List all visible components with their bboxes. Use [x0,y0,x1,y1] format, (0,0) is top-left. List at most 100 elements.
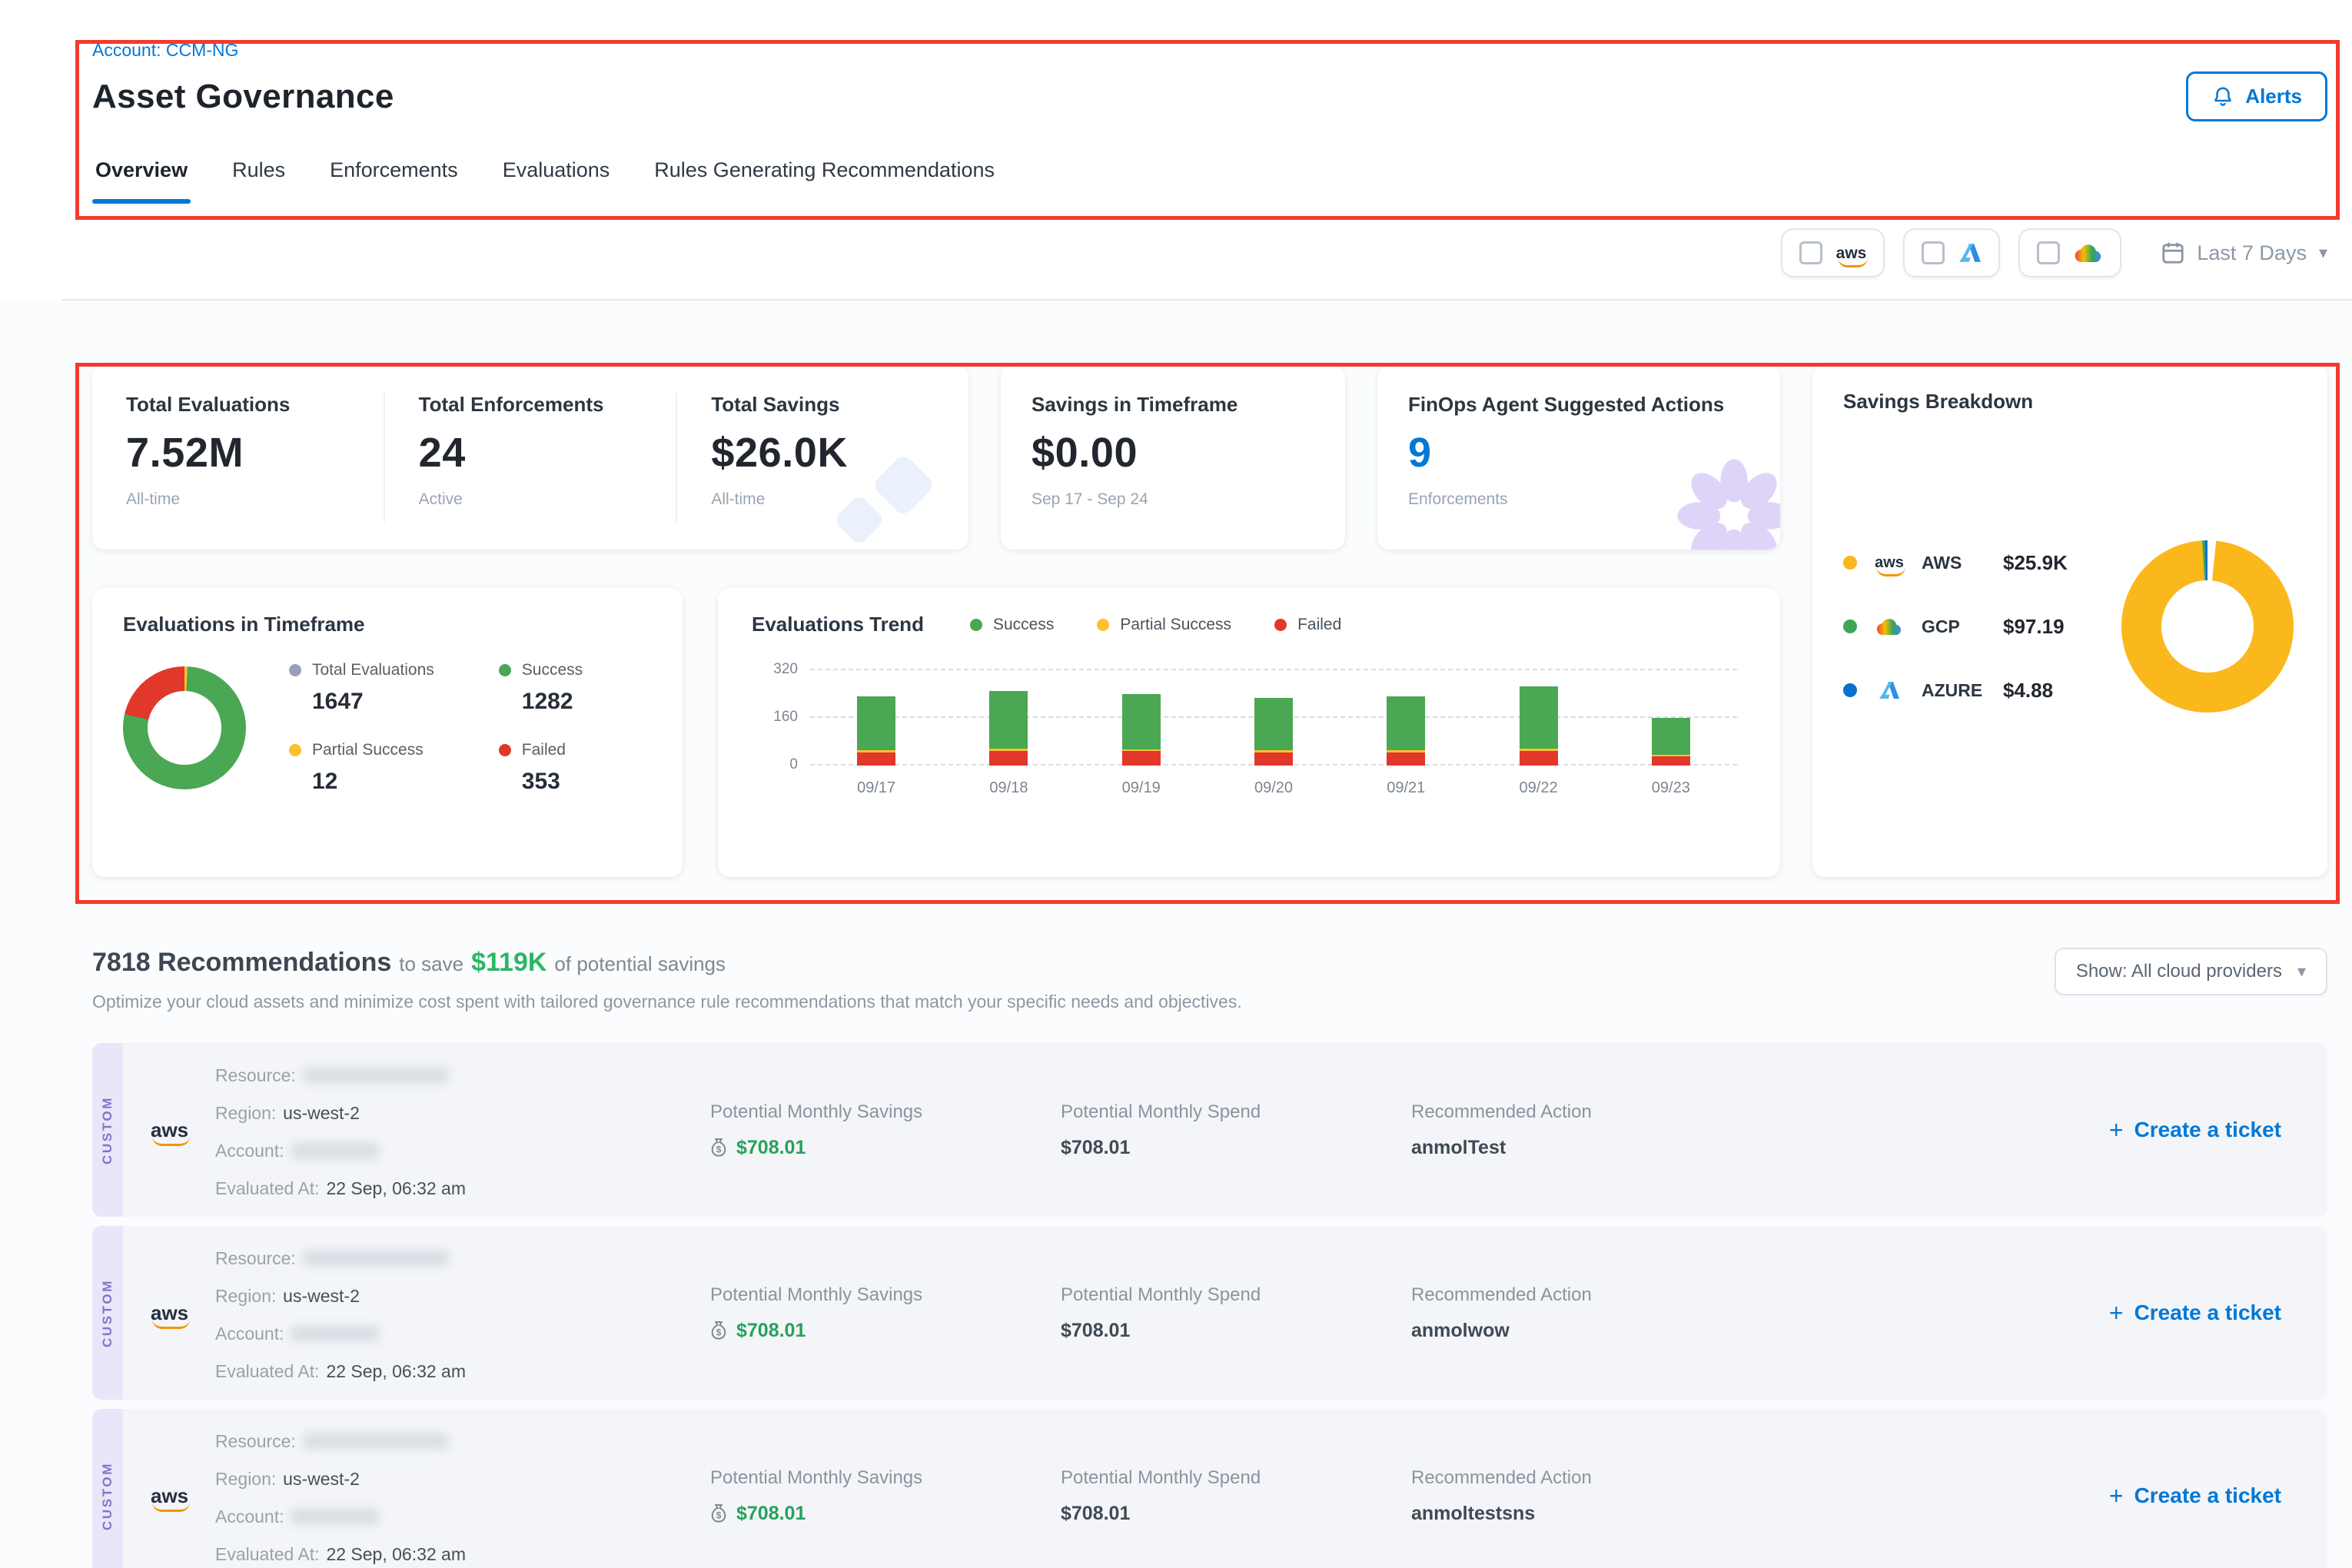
trend-legend: Success Partial Success Failed [970,616,1341,634]
plus-icon: + [2109,1483,2124,1508]
potential-monthly-savings: Potential Monthly Savings $ $708.01 [710,1284,1061,1342]
plus-icon: + [2109,1118,2124,1142]
recommended-action: Recommended Action anmoltestsns [1411,1467,2109,1525]
redacted-account-value [291,1508,380,1525]
gcp-checkbox[interactable] [2037,241,2060,264]
aws-filter-toggle[interactable]: aws [1781,228,1885,277]
asset-governance-page: Account: CCM-NG Asset Governance Alerts … [0,0,2352,1568]
tab-enforcements[interactable]: Enforcements [327,152,461,204]
aws-checkbox[interactable] [1799,241,1822,264]
money-bag-icon: $ [710,1138,727,1158]
trend-xaxis: 09/1709/1809/1909/2009/2109/2209/23 [810,779,1737,797]
aws-icon: aws [145,1120,215,1140]
azure-filter-toggle[interactable] [1903,228,2000,277]
trend-bar [1387,696,1425,766]
trend-x-label: 09/21 [1340,779,1472,797]
trend-bars [810,667,1737,766]
action-value: anmolTest [1411,1137,2109,1159]
tab-rules[interactable]: Rules [229,152,288,204]
legend-aws: aws AWS $25.9K [1843,551,2068,575]
trend-x-label: 09/18 [942,779,1075,797]
create-ticket-label: Create a ticket [2134,1483,2281,1508]
total-enforcements-stat: Total Enforcements 24 Active [384,393,676,522]
bell-icon [2211,85,2234,108]
plus-icon: + [2109,1301,2124,1325]
spend-value: $708.01 [1061,1320,1411,1342]
recommendation-list: CUSTOM aws Resource: Region: us-west-2 A… [92,1043,2327,1568]
trend-bar [1520,686,1558,766]
spend-value: $708.01 [1061,1503,1411,1525]
region-value: us-west-2 [283,1469,360,1489]
azure-checkbox[interactable] [1922,241,1945,264]
trend-legend-success: Success [970,616,1054,634]
page-header: Account: CCM-NG Asset Governance Alerts … [0,0,2352,204]
resource-details: Resource: Region: us-west-2 Account: Eva… [215,1425,710,1566]
gcp-icon [2074,242,2103,264]
alerts-button[interactable]: Alerts [2186,71,2327,121]
finops-flower-icon [1676,457,1780,550]
legend-total-evaluations: Total Evaluations 1647 [289,661,434,715]
action-value: anmolwow [1411,1320,2109,1342]
redacted-resource-value [303,1250,449,1267]
recommendation-row: CUSTOM aws Resource: Region: us-west-2 A… [92,1226,2327,1400]
create-ticket-button[interactable]: + Create a ticket [2109,1483,2291,1508]
legend-failed: Failed 353 [499,741,583,795]
create-ticket-button[interactable]: + Create a ticket [2109,1118,2291,1142]
chevron-down-icon: ▾ [2319,243,2327,263]
date-range-label: Last 7 Days [2197,241,2307,265]
savings-breakdown-card: Savings Breakdown aws AWS $25.9K GCP [1812,365,2327,877]
trend-x-label: 09/23 [1605,779,1737,797]
recommendations-section: 7818 Recommendationsto save$119Kof poten… [92,948,2327,1568]
tab-overview[interactable]: Overview [92,152,191,204]
savings-in-timeframe-card: Savings in Timeframe $0.00 Sep 17 - Sep … [1001,365,1345,550]
potential-monthly-savings: Potential Monthly Savings $ $708.01 [710,1101,1061,1159]
cloud-provider-filter-dropdown[interactable]: Show: All cloud providers ▾ [2055,948,2327,995]
calendar-icon [2161,241,2184,264]
tab-bar: Overview Rules Enforcements Evaluations … [92,152,2327,204]
chevron-down-icon: ▾ [2297,962,2306,982]
evaluations-legend: Total Evaluations 1647 Success 1282 Part… [289,661,583,795]
redacted-account-value [291,1142,380,1159]
recommended-action: Recommended Action anmolTest [1411,1101,2109,1159]
summary-card: Total Evaluations 7.52M All-time Total E… [92,365,968,550]
azure-icon [1958,242,1982,264]
recommendation-card: aws Resource: Region: us-west-2 Account:… [123,1409,2327,1568]
azure-icon [1871,680,1908,700]
legend-azure: AZURE $4.88 [1843,679,2068,703]
gcp-filter-toggle[interactable] [2018,228,2121,277]
redacted-resource-value [303,1067,449,1084]
potential-monthly-spend: Potential Monthly Spend $708.01 [1061,1101,1411,1159]
stats-section: Total Evaluations 7.52M All-time Total E… [92,365,2327,877]
evaluated-at-value: 22 Sep, 06:32 am [326,1544,466,1564]
trend-bar [1122,694,1161,766]
finops-agent-card: FinOps Agent Suggested Actions 9 Enforce… [1377,365,1780,550]
page-title: Asset Governance [92,78,394,116]
svg-text:$: $ [716,1327,722,1337]
trend-x-label: 09/19 [1075,779,1208,797]
potential-monthly-spend: Potential Monthly Spend $708.01 [1061,1284,1411,1342]
account-breadcrumb[interactable]: Account: CCM-NG [92,40,238,61]
custom-tag-label: CUSTOM [100,1096,115,1164]
create-ticket-label: Create a ticket [2134,1301,2281,1325]
region-value: us-west-2 [283,1103,360,1123]
tab-rules-generating-recommendations[interactable]: Rules Generating Recommendations [651,152,998,204]
savings-donut-chart [2121,540,2294,713]
action-value: anmoltestsns [1411,1503,2109,1525]
create-ticket-label: Create a ticket [2134,1118,2281,1142]
resource-details: Resource: Region: us-west-2 Account: Eva… [215,1059,710,1201]
evaluated-at-value: 22 Sep, 06:32 am [326,1178,466,1198]
potential-monthly-spend: Potential Monthly Spend $708.01 [1061,1467,1411,1525]
aws-icon: aws [145,1486,215,1506]
savings-value: $708.01 [736,1503,806,1525]
evaluations-donut-chart [123,666,246,789]
trend-x-label: 09/20 [1208,779,1340,797]
trend-bar [1652,718,1690,766]
create-ticket-button[interactable]: + Create a ticket [2109,1301,2291,1325]
evaluations-in-timeframe-card: Evaluations in Timeframe Total Evaluatio… [92,588,683,877]
recommendations-heading: 7818 Recommendationsto save$119Kof poten… [92,948,1242,978]
savings-breakdown-title: Savings Breakdown [1843,390,2297,414]
tab-evaluations[interactable]: Evaluations [500,152,613,204]
date-range-select[interactable]: Last 7 Days ▾ [2161,241,2327,265]
recommendations-subtitle: Optimize your cloud assets and minimize … [92,992,1242,1012]
money-bag-icon: $ [710,1503,727,1523]
